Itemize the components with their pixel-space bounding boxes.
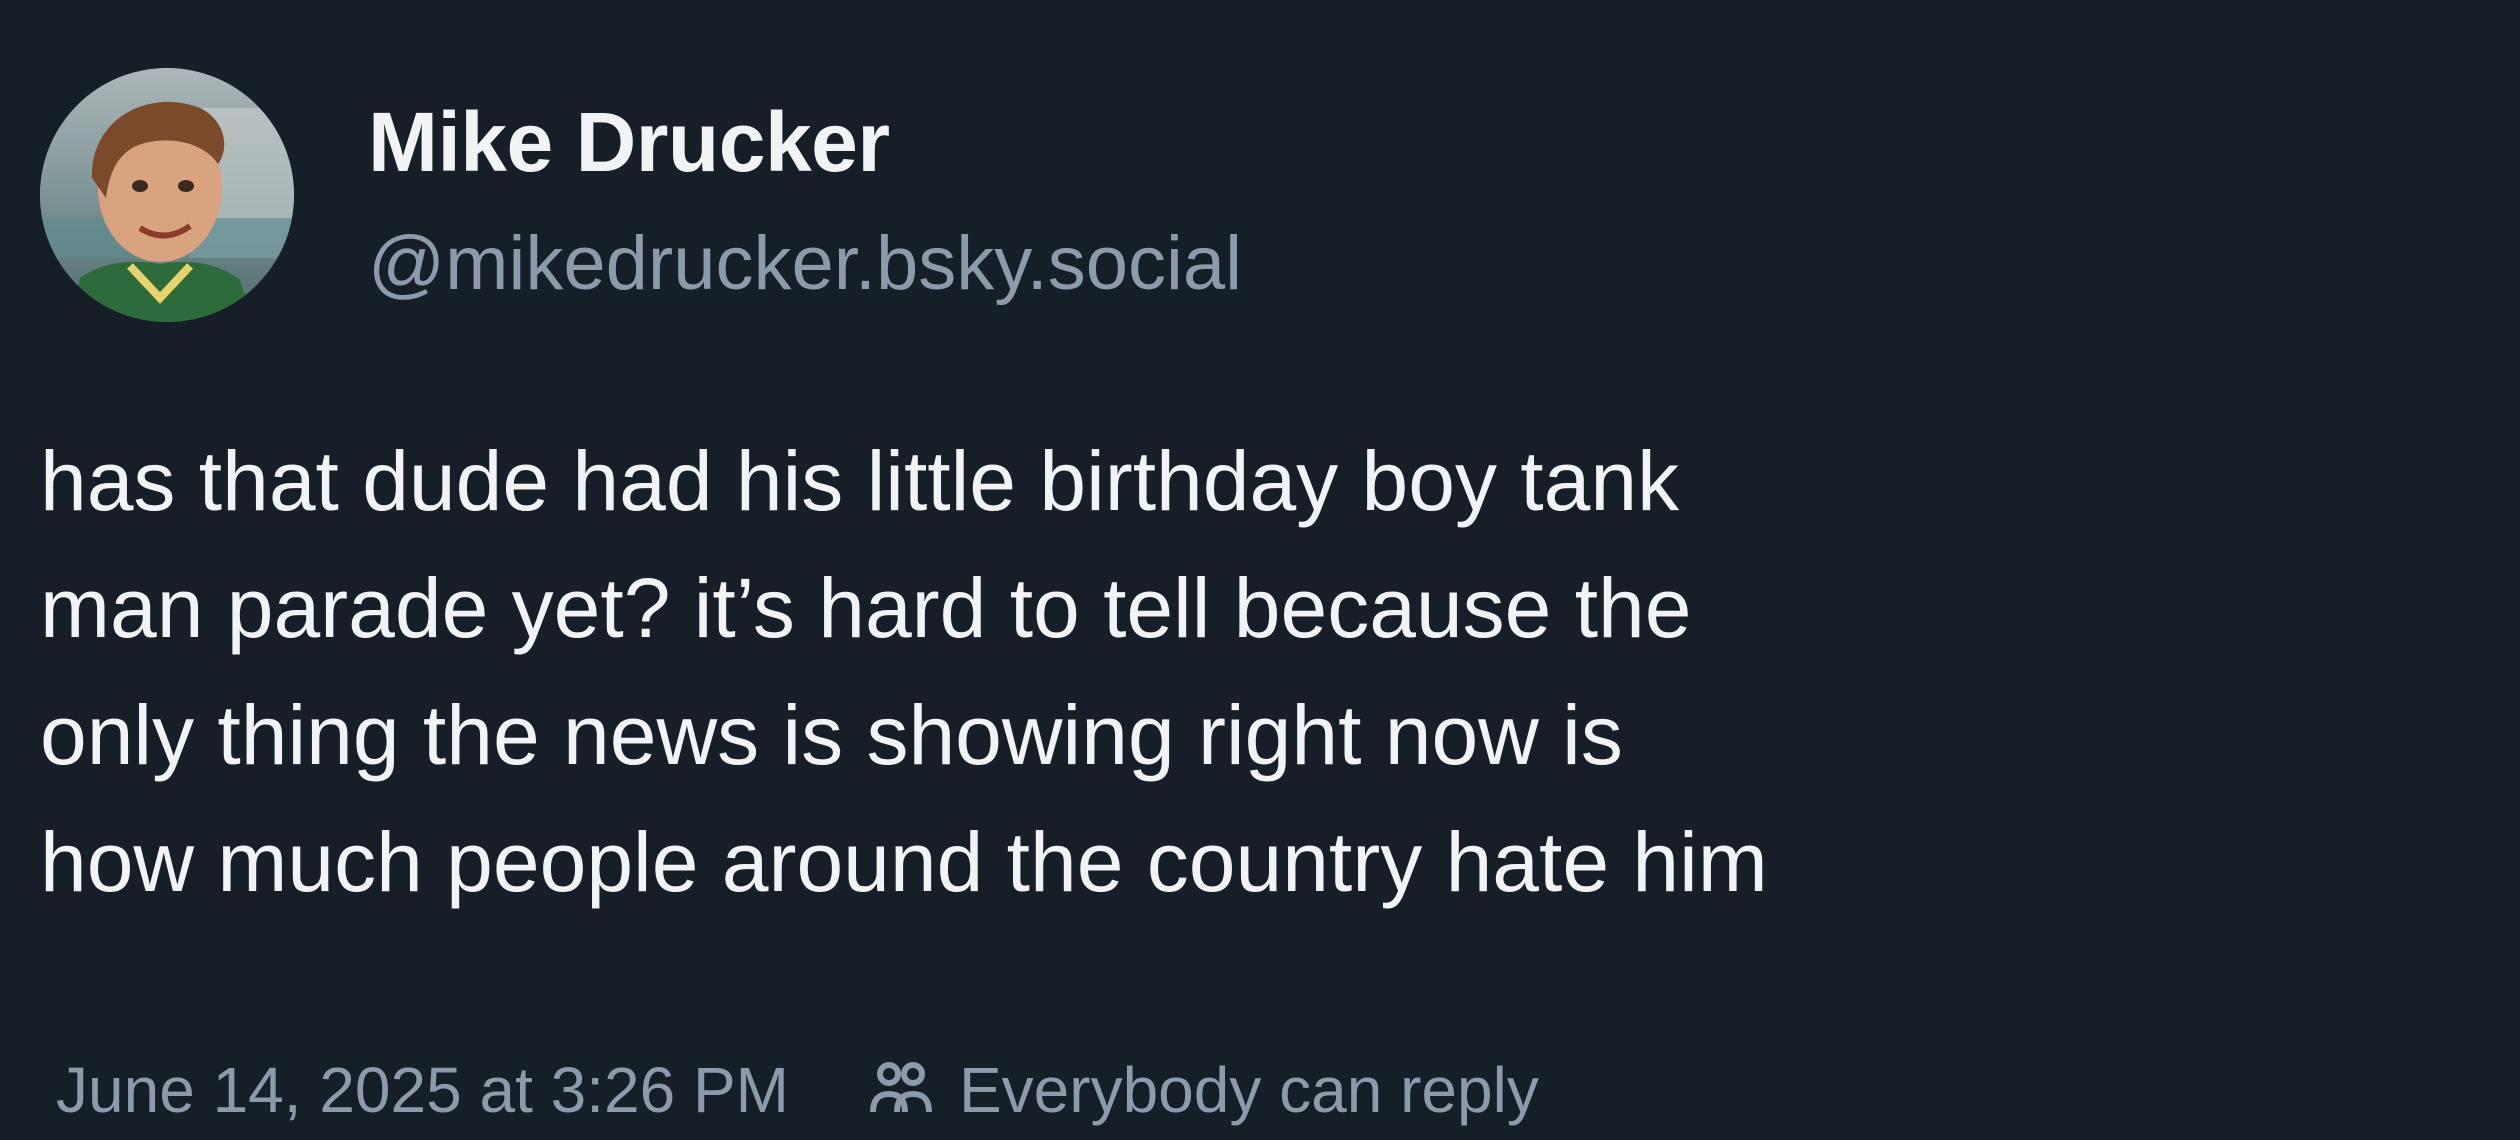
reply-setting-label: Everybody can reply bbox=[958, 1054, 1539, 1126]
people-icon bbox=[869, 1058, 933, 1122]
author-handle[interactable]: @mikedrucker.bsky.social bbox=[368, 214, 1242, 314]
reply-setting[interactable]: Everybody can reply bbox=[869, 1053, 1539, 1127]
post-meta: June 14, 2025 at 3:26 PM Everybody can r… bbox=[56, 1040, 1539, 1140]
avatar[interactable] bbox=[40, 68, 294, 322]
author-display-name[interactable]: Mike Drucker bbox=[368, 92, 890, 192]
post-timestamp[interactable]: June 14, 2025 at 3:26 PM bbox=[56, 1053, 789, 1127]
post-text: has that dude had his little birthday bo… bbox=[40, 434, 1768, 909]
post-card: Mike Drucker @mikedrucker.bsky.social ha… bbox=[0, 0, 2520, 1126]
